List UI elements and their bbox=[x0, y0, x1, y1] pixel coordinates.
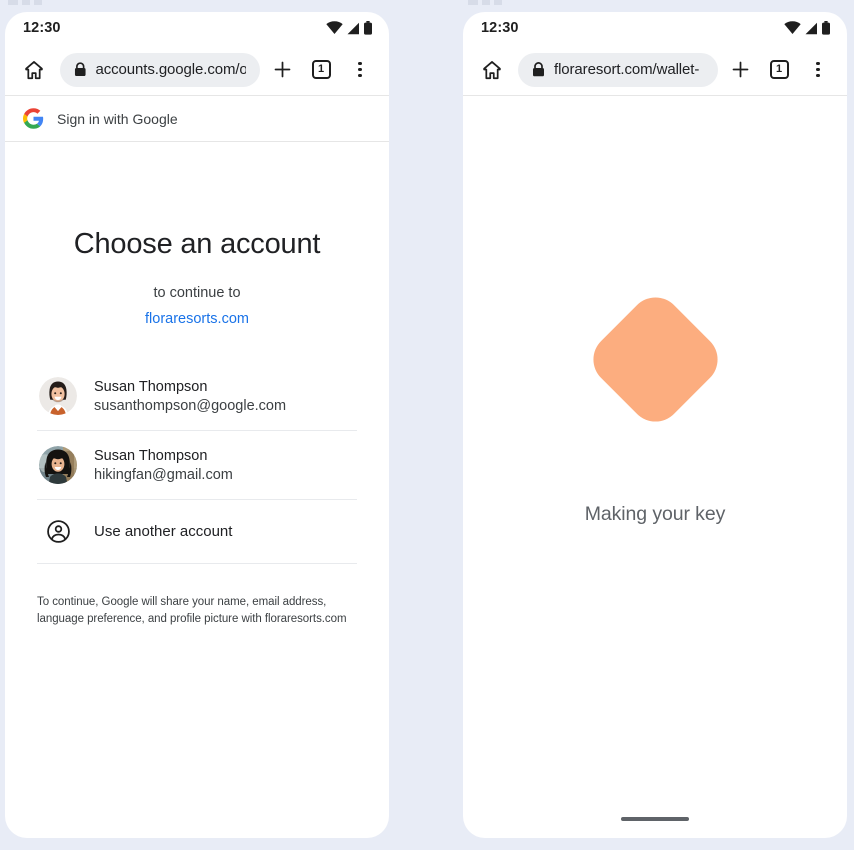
tab-count-label: 1 bbox=[769, 60, 789, 79]
making-key-body: Making your key bbox=[463, 96, 847, 838]
right-url-text: floraresort.com/wallet- bbox=[554, 61, 700, 78]
right-status-bar: 12:30 bbox=[463, 12, 847, 44]
home-indicator bbox=[621, 817, 689, 821]
account-name: Susan Thompson bbox=[94, 447, 208, 464]
lock-icon bbox=[74, 62, 86, 77]
tab-switcher-button[interactable]: 1 bbox=[304, 53, 338, 87]
left-url-bar[interactable]: accounts.google.com/o/ bbox=[60, 52, 260, 87]
account-row-2[interactable]: Susan Thompson hikingfan@gmail.com bbox=[37, 431, 357, 500]
relying-party-domain[interactable]: floraresorts.com bbox=[37, 311, 357, 327]
icon-slot bbox=[39, 519, 77, 544]
left-status-bar: 12:30 bbox=[5, 12, 389, 44]
account-meta: Susan Thompson susanthompson@google.com bbox=[94, 379, 286, 414]
wifi-icon bbox=[326, 21, 343, 34]
legal-disclaimer: To continue, Google will share your name… bbox=[37, 596, 347, 626]
tab-switcher-button[interactable]: 1 bbox=[762, 53, 796, 87]
battery-icon bbox=[364, 21, 372, 35]
account-chooser-body: Choose an account to continue to florare… bbox=[5, 142, 389, 838]
right-phone-frame: 12:30 floraresort.com/wallet- 1 Making y… bbox=[463, 12, 847, 838]
more-vertical-icon[interactable] bbox=[801, 53, 835, 87]
account-list: Susan Thompson susanthompson@google.com bbox=[37, 362, 357, 564]
account-meta: Susan Thompson hikingfan@gmail.com bbox=[94, 448, 233, 483]
right-browser-toolbar: floraresort.com/wallet- 1 bbox=[463, 44, 847, 96]
avatar bbox=[39, 446, 77, 484]
wifi-icon bbox=[784, 21, 801, 34]
account-circle-icon bbox=[46, 520, 70, 543]
use-another-account-label: Use another account bbox=[94, 523, 233, 540]
left-url-text: accounts.google.com/o/ bbox=[95, 61, 246, 78]
status-clock: 12:30 bbox=[481, 20, 519, 36]
more-vertical-icon[interactable] bbox=[343, 53, 377, 87]
account-row-1[interactable]: Susan Thompson susanthompson@google.com bbox=[37, 362, 357, 431]
google-signin-header: Sign in with Google bbox=[5, 96, 389, 142]
key-loading-shape bbox=[582, 286, 728, 433]
screenshot-stage: 12:30 accounts.google.com/o/ 1 Sign in w… bbox=[0, 0, 854, 850]
google-header-label: Sign in with Google bbox=[57, 110, 178, 127]
top-artifact bbox=[468, 0, 478, 5]
signal-icon bbox=[347, 22, 359, 34]
right-url-bar[interactable]: floraresort.com/wallet- bbox=[518, 52, 718, 87]
making-key-label: Making your key bbox=[584, 503, 726, 525]
tab-count-label: 1 bbox=[311, 60, 331, 79]
signal-icon bbox=[805, 22, 817, 34]
left-browser-toolbar: accounts.google.com/o/ 1 bbox=[5, 44, 389, 96]
google-g-icon bbox=[23, 108, 44, 129]
status-clock: 12:30 bbox=[23, 20, 61, 36]
top-artifact bbox=[482, 0, 490, 5]
avatar bbox=[39, 377, 77, 415]
top-artifact bbox=[8, 0, 18, 5]
top-artifact bbox=[34, 0, 42, 5]
home-icon[interactable] bbox=[477, 55, 507, 85]
account-name: Susan Thompson bbox=[94, 378, 208, 395]
account-email: hikingfan@gmail.com bbox=[94, 466, 233, 483]
continue-subtitle: to continue to bbox=[153, 285, 241, 301]
status-icon-group bbox=[326, 21, 373, 35]
top-artifact bbox=[22, 0, 30, 5]
plus-icon[interactable] bbox=[265, 53, 299, 87]
status-icon-group bbox=[784, 21, 831, 35]
lock-icon bbox=[533, 62, 544, 77]
battery-icon bbox=[822, 21, 830, 35]
home-icon[interactable] bbox=[19, 55, 49, 85]
account-email: susanthompson@google.com bbox=[94, 397, 287, 414]
use-another-account-row[interactable]: Use another account bbox=[37, 500, 357, 564]
top-artifact bbox=[494, 0, 502, 5]
plus-icon[interactable] bbox=[723, 53, 757, 87]
left-phone-frame: 12:30 accounts.google.com/o/ 1 Sign in w… bbox=[5, 12, 389, 838]
page-title: Choose an account bbox=[73, 228, 321, 260]
